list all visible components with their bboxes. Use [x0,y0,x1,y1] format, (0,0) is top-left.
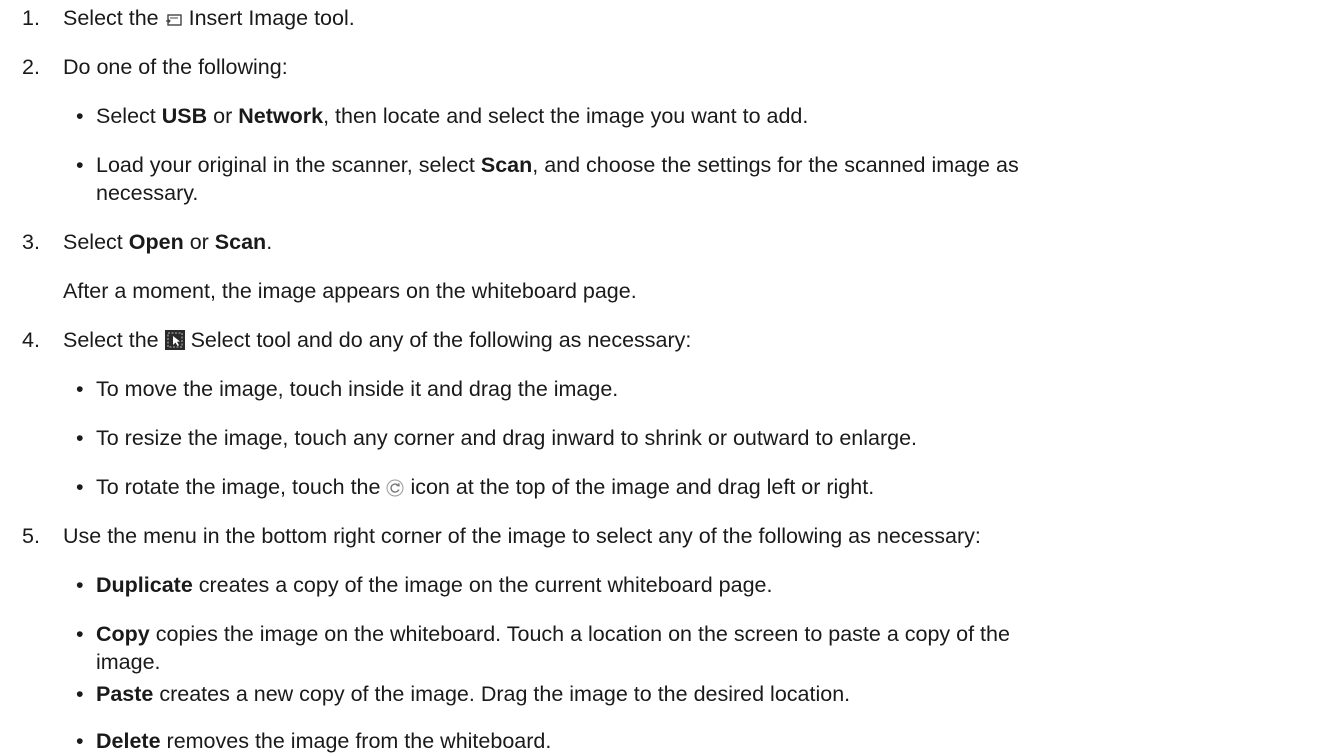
bullet-marker: • [76,622,84,646]
text: or [189,230,209,254]
open-term: Open [128,230,184,254]
text: icon at the top of the image and drag le… [410,475,875,499]
step-4-bullet-2: To resize the image, touch any corner an… [96,426,918,450]
bullet-marker: • [76,377,84,401]
select-tool-icon [164,330,185,356]
bullet-marker: • [76,426,84,450]
scan-term: Scan [480,153,533,177]
text: removes the image from the whiteboard. [166,729,552,753]
step-1-post: Insert Image tool. [188,6,355,30]
bullet-marker: • [76,573,84,597]
scan-term: Scan [214,230,267,254]
step-1-pre: Select the [63,6,159,30]
step-5-bullet-2-cont: image. [96,650,161,674]
copy-term: Copy [96,622,150,646]
step-4-bullet-1: To move the image, touch inside it and d… [96,377,619,401]
step-2-text: Do one of the following: [63,55,288,79]
step-4-bullet-3: To rotate the image, touch the icon at t… [96,474,874,503]
text: To rotate the image, touch the [96,475,381,499]
step-2-bullet-2: Load your original in the scanner, selec… [96,152,1019,178]
bullet-marker: • [76,153,84,177]
step-5-bullet-3: Paste creates a new copy of the image. D… [96,681,850,707]
text: Select the [63,328,159,352]
step-number: 1. [22,6,40,30]
step-3-note: After a moment, the image appears on the… [63,279,637,303]
text: creates a new copy of the image. Drag th… [159,682,851,706]
duplicate-term: Duplicate [96,573,193,597]
rotate-icon [386,477,404,503]
paste-term: Paste [96,682,154,706]
text: , and choose the settings for the scanne… [532,153,1019,177]
text: . [266,230,273,254]
step-5-bullet-4: Delete removes the image from the whiteb… [96,728,551,754]
delete-term: Delete [96,729,161,753]
bullet-marker: • [76,475,84,499]
text: , then locate and select the image you w… [323,104,809,128]
step-2-bullet-2-cont: necessary. [96,181,199,205]
text: Select [63,230,123,254]
text: Select tool and do any of the following … [190,328,692,352]
text: copies the image on the whiteboard. Touc… [155,622,1010,646]
text: Load your original in the scanner, selec… [96,153,475,177]
step-number: 2. [22,55,40,79]
step-number: 3. [22,230,40,254]
insert-image-icon [165,8,183,34]
step-3-text: Select Open or Scan. [63,229,272,255]
network-term: Network [238,104,324,128]
text: Select [96,104,156,128]
instruction-document: 1. Select the Insert Image tool. 2. Do o… [0,0,1344,753]
step-2-bullet-1: Select USB or Network, then locate and s… [96,103,808,129]
bullet-marker: • [76,729,84,753]
bullet-marker: • [76,104,84,128]
usb-term: USB [161,104,208,128]
text: or [213,104,233,128]
step-number: 5. [22,524,40,548]
step-4-text: Select the Select tool and do any of the… [63,327,691,356]
step-5-bullet-2: Copy copies the image on the whiteboard.… [96,621,1010,647]
step-5-bullet-1: Duplicate creates a copy of the image on… [96,572,772,598]
step-number: 4. [22,328,40,352]
step-1-text: Select the Insert Image tool. [63,5,355,34]
text: creates a copy of the image on the curre… [198,573,773,597]
bullet-marker: • [76,682,84,706]
step-5-text: Use the menu in the bottom right corner … [63,524,981,548]
